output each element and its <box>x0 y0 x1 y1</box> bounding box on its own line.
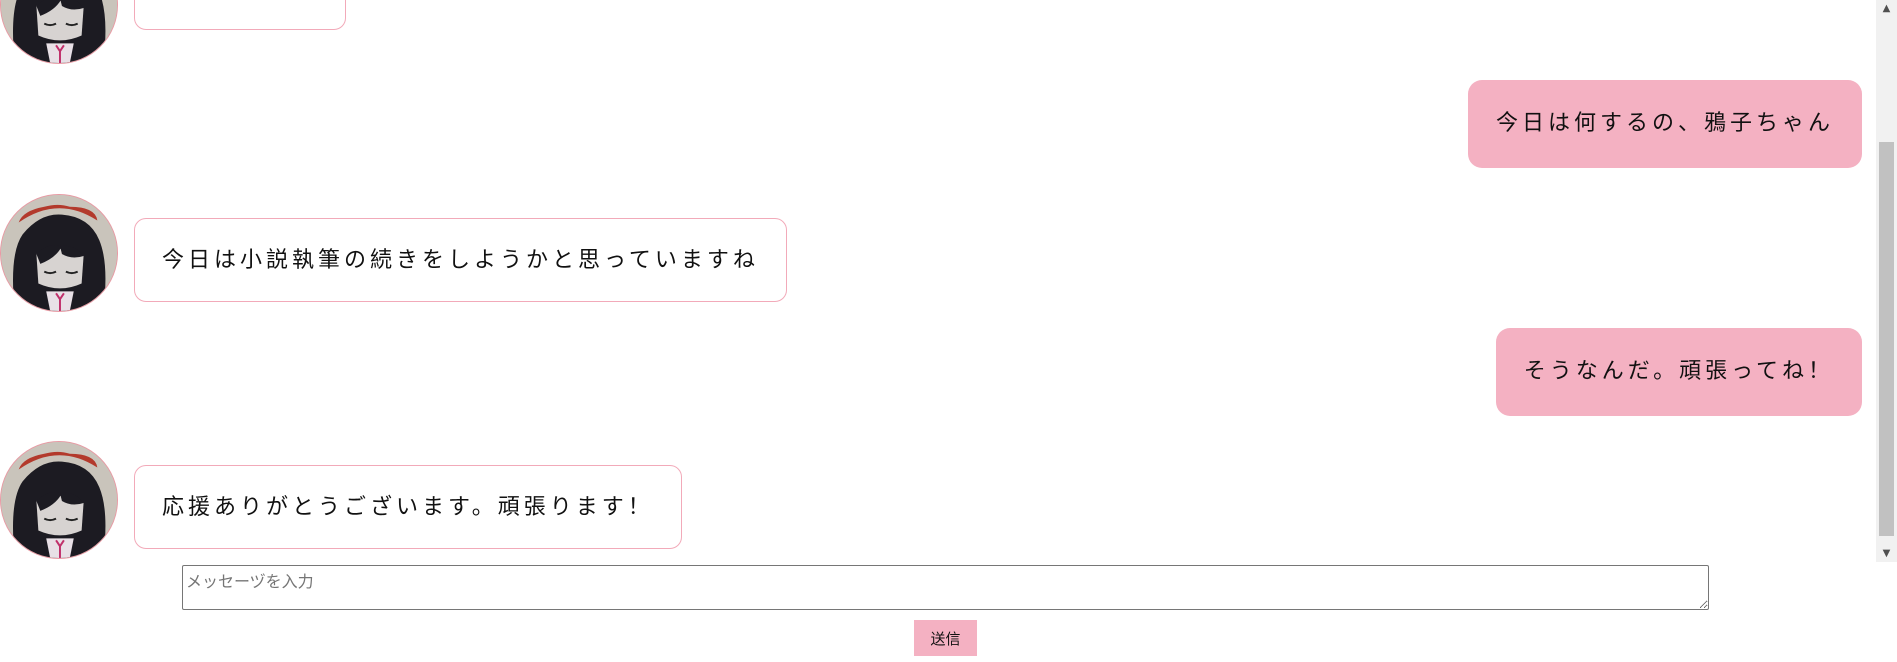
avatar-image <box>1 442 117 558</box>
avatar <box>0 441 118 559</box>
chat-scrollbar[interactable]: ▲ ▼ <box>1876 0 1897 562</box>
message-row-bot: こんもも～！ <box>0 0 1876 70</box>
message-bubble-bot: 応援ありがとうございます。頑張ります！ <box>134 465 682 549</box>
message-bubble-bot: 今日は小説執筆の続きをしようかと思っていますね <box>134 218 787 302</box>
send-button[interactable]: 送信 <box>914 620 977 656</box>
message-bubble-user: 今日は何するの、鴉子ちゃん <box>1467 80 1862 168</box>
message-row-user: 今日は何するの、鴉子ちゃん <box>0 80 1876 168</box>
message-row-bot: 応援ありがとうございます。頑張ります！ <box>0 441 1876 562</box>
triangle-down-icon[interactable]: ▼ <box>1876 545 1897 562</box>
triangle-up-icon[interactable]: ▲ <box>1876 0 1897 17</box>
message-bubble-bot: こんもも～！ <box>134 0 347 30</box>
message-bubble-user: そうなんだ。頑張ってね！ <box>1495 328 1862 416</box>
scrollbar-thumb[interactable] <box>1879 142 1894 536</box>
message-row-user: そうなんだ。頑張ってね！ <box>0 328 1876 416</box>
avatar <box>0 194 118 312</box>
avatar <box>0 0 118 64</box>
message-input[interactable] <box>182 565 1709 610</box>
message-row-bot: 今日は小説執筆の続きをしようかと思っていますね <box>0 194 1876 318</box>
avatar-image <box>1 195 117 311</box>
chat-log: こんもも～！ 今日は何するの、鴉子ちゃん 今日は小説執筆の続きをしようかと思って… <box>0 0 1876 562</box>
avatar-image <box>1 0 117 63</box>
